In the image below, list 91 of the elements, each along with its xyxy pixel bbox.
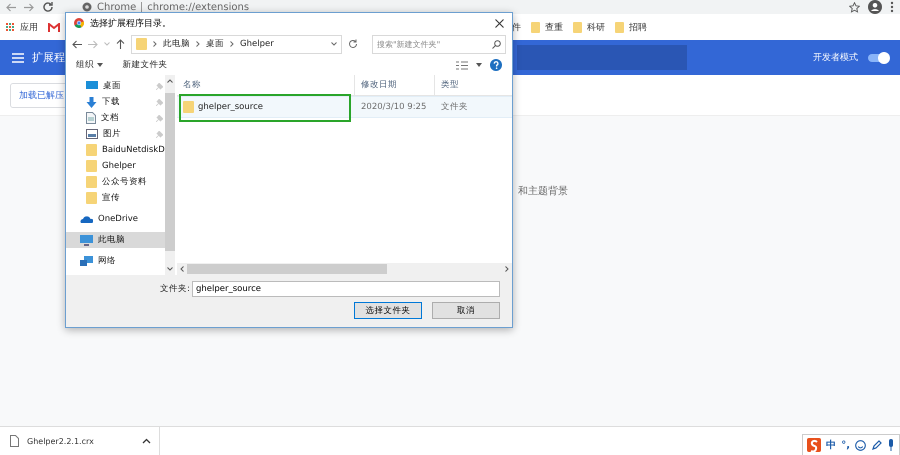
nav-item[interactable]: 网络: [66, 253, 165, 269]
dropdown-icon[interactable]: [331, 42, 337, 46]
network-icon: [80, 256, 93, 266]
bookmark-folder[interactable]: 招聘: [615, 20, 647, 34]
input-mode[interactable]: 中: [826, 438, 836, 452]
forward-icon[interactable]: [24, 2, 34, 12]
organize-button[interactable]: 组织: [74, 57, 105, 73]
chevron-icon: [153, 41, 157, 47]
scroll-down-icon[interactable]: [166, 267, 173, 271]
folder-icon: [183, 101, 194, 113]
refresh-icon[interactable]: [348, 39, 358, 49]
nav-item[interactable]: 此电脑: [66, 232, 165, 248]
nav-item[interactable]: Ghelper: [66, 158, 165, 174]
view-icon[interactable]: [456, 60, 468, 70]
folder-icon: [86, 192, 97, 204]
back-icon[interactable]: [72, 40, 82, 48]
folder-icon: [86, 160, 97, 172]
breadcrumb-item[interactable]: Ghelper: [240, 39, 274, 49]
microphone-icon[interactable]: [887, 439, 895, 451]
column-header[interactable]: 类型: [435, 75, 512, 95]
folder-icon: [531, 22, 540, 32]
nav-item[interactable]: BaiduNetdiskD: [66, 142, 165, 158]
bookmark-folder[interactable]: 科研: [573, 20, 605, 34]
new-folder-button[interactable]: 新建文件夹: [120, 57, 170, 73]
scrollbar[interactable]: [164, 75, 175, 275]
file-name: ghelper_source: [198, 102, 263, 112]
computer-icon: [80, 234, 93, 246]
nav-item[interactable]: 图片: [66, 126, 165, 142]
download-file-name[interactable]: Ghelper2.2.1.crx: [27, 436, 94, 446]
folder-icon: [86, 176, 97, 188]
chrome-icon: [82, 2, 92, 12]
toggle-switch[interactable]: [868, 54, 888, 62]
folder-icon: [615, 22, 624, 32]
gmail-icon[interactable]: [48, 22, 60, 32]
download-icon: [86, 96, 97, 108]
nav-item[interactable]: OneDrive: [66, 211, 165, 227]
breadcrumb-item[interactable]: 此电脑: [163, 38, 190, 50]
scroll-left-icon[interactable]: [180, 266, 184, 272]
developer-mode-label: 开发者模式: [813, 52, 858, 64]
close-icon[interactable]: [495, 18, 504, 28]
scroll-up-icon[interactable]: [166, 79, 173, 83]
account-icon[interactable]: [868, 0, 882, 14]
breadcrumb-item[interactable]: 桌面: [206, 38, 224, 50]
smiley-icon[interactable]: [855, 440, 866, 450]
cancel-button[interactable]: 取消: [432, 302, 500, 319]
dialog-title: 选择扩展程序目录。: [90, 18, 171, 30]
search-field[interactable]: 搜索"新建文件夹": [372, 34, 506, 54]
page-title: 扩展程: [32, 50, 65, 65]
cloud-icon: [80, 215, 93, 223]
chevron-icon: [196, 41, 200, 47]
nav-item[interactable]: 宣传: [66, 190, 165, 206]
scrollbar[interactable]: [177, 263, 512, 275]
search-icon: [492, 40, 501, 48]
chevron-icon[interactable]: [142, 438, 151, 444]
chrome-icon: [74, 18, 84, 28]
bookmark-folder[interactable]: 查重: [531, 20, 563, 34]
caret-icon: [96, 63, 103, 67]
search-field[interactable]: [517, 45, 687, 70]
column-header[interactable]: 修改日期: [355, 75, 435, 95]
sogou-icon[interactable]: [807, 438, 822, 452]
folder-label: 文件夹:: [160, 283, 190, 295]
star-icon[interactable]: [849, 2, 860, 12]
nav-item[interactable]: 公众号资料: [66, 174, 165, 190]
up-icon[interactable]: [116, 39, 125, 49]
folder-icon: [86, 144, 97, 156]
caret-icon[interactable]: [476, 63, 482, 67]
chevron-icon: [230, 41, 234, 47]
menu-icon[interactable]: [890, 1, 894, 13]
select-folder-button[interactable]: 选择文件夹: [354, 302, 422, 319]
apps-icon: [6, 22, 15, 32]
file-icon: [10, 435, 19, 447]
apps-bookmark[interactable]: 应用: [6, 20, 38, 34]
image-icon: [86, 129, 98, 139]
address-bar[interactable]: 此电脑 桌面 Ghelper: [131, 34, 342, 54]
help-icon[interactable]: [490, 59, 502, 71]
nav-item[interactable]: 文档: [66, 110, 165, 126]
reload-icon[interactable]: [42, 1, 54, 13]
menu-icon[interactable]: [12, 52, 24, 62]
address-bar[interactable]: Chrome chrome://extensions: [82, 2, 250, 12]
document-icon: [86, 112, 96, 124]
folder-icon: [573, 22, 582, 32]
punctuation-mode[interactable]: °,: [841, 440, 850, 450]
scroll-right-icon[interactable]: [505, 266, 509, 272]
file-date: 2020/3/10 9:25: [360, 102, 428, 112]
folder-field[interactable]: ghelper_source: [192, 281, 500, 297]
page-text: 和主题背景: [518, 184, 568, 198]
column-header[interactable]: 名称: [177, 75, 355, 95]
file-type: 文件夹: [440, 101, 469, 113]
desktop-icon: [86, 81, 98, 91]
pen-icon[interactable]: [871, 440, 882, 450]
folder-icon: [136, 38, 147, 50]
